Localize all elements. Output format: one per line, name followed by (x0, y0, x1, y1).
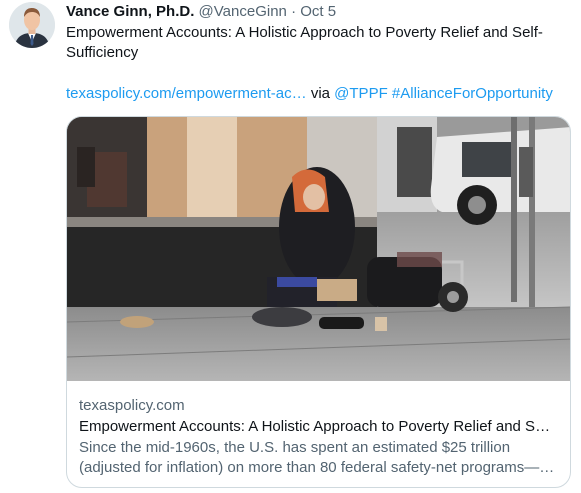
tweet-date[interactable]: Oct 5 (300, 3, 336, 20)
separator-dot: · (291, 3, 297, 20)
article-link[interactable]: texaspolicy.com/empowerment-ac… (66, 85, 307, 102)
link-preview-card[interactable]: texaspolicy.com Empowerment Accounts: A … (66, 116, 571, 488)
tweet-links-line: texaspolicy.com/empowerment-ac… via @TPP… (66, 84, 553, 104)
tweet-text: Empowerment Accounts: A Holistic Approac… (66, 24, 543, 61)
author-handle[interactable]: @VanceGinn (199, 3, 287, 20)
author-avatar[interactable] (9, 2, 55, 48)
avatar-photo (9, 2, 55, 48)
hashtag-link[interactable]: #AllianceForOpportunity (392, 85, 553, 102)
mention-link[interactable]: @TPPF (334, 85, 388, 102)
card-image[interactable] (67, 117, 570, 381)
card-title: Empowerment Accounts: A Holistic Approac… (79, 418, 551, 435)
tweet-header: Vance Ginn, Ph.D. @VanceGinn · Oct 5 (66, 2, 336, 22)
photo-woman-sitting-on-sidewalk (67, 117, 570, 381)
card-domain: texaspolicy.com (79, 397, 185, 414)
card-description: Since the mid-1960s, the U.S. has spent … (79, 439, 555, 476)
tweet[interactable]: Vance Ginn, Ph.D. @VanceGinn · Oct 5 Emp… (0, 0, 581, 493)
via-label: via (310, 85, 330, 102)
author-name[interactable]: Vance Ginn, Ph.D. (66, 3, 194, 20)
